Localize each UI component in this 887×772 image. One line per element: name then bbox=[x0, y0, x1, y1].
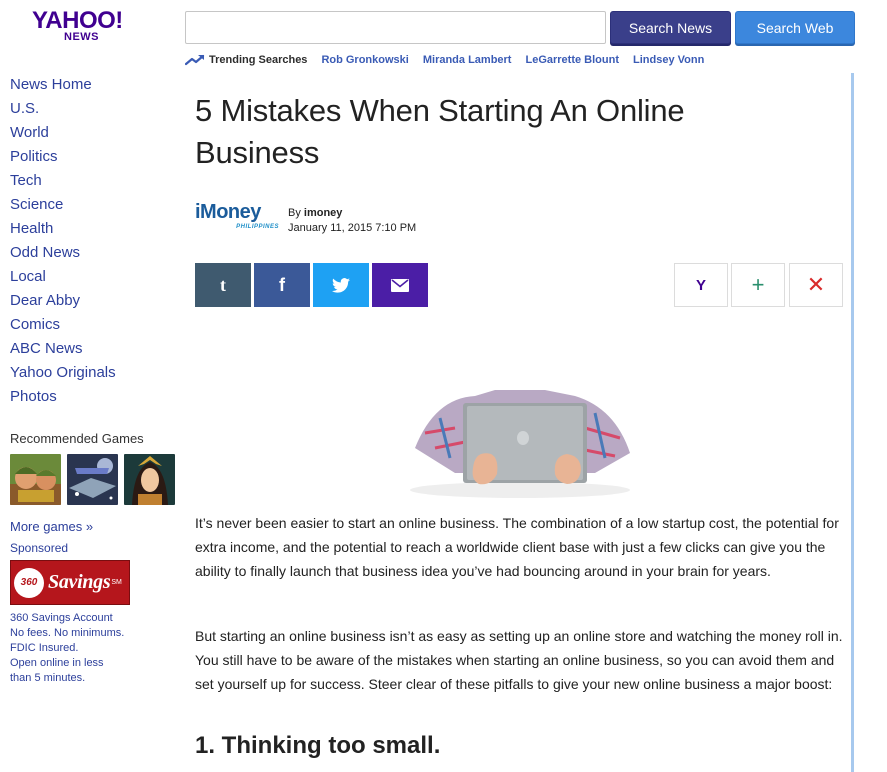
left-nav: News Home U.S. World Politics Tech Scien… bbox=[10, 73, 170, 409]
nav-item-yahoo-originals[interactable]: Yahoo Originals bbox=[10, 361, 170, 385]
publisher-logo-sub: PHILIPPINES bbox=[236, 224, 279, 230]
publisher-logo[interactable]: iMoney PHILIPPINES bbox=[195, 201, 283, 235]
mail-envelope-icon bbox=[391, 278, 409, 292]
plus-icon: + bbox=[751, 272, 765, 297]
trending-arrow-icon bbox=[185, 54, 205, 66]
nav-item-local[interactable]: Local bbox=[10, 265, 170, 289]
yahoo-news-logo[interactable]: YAHOO! NEWS bbox=[32, 9, 128, 45]
publisher-logo-wordmark: iMoney bbox=[195, 201, 261, 223]
recommended-games-title: Recommended Games bbox=[10, 431, 144, 446]
right-divider bbox=[851, 73, 854, 772]
more-games-link[interactable]: More games » bbox=[10, 519, 93, 534]
nav-item-photos[interactable]: Photos bbox=[10, 385, 170, 409]
close-icon: ✕ bbox=[806, 272, 826, 297]
sponsored-label: Sponsored bbox=[10, 541, 69, 555]
ad-line: Open online in less bbox=[10, 657, 104, 669]
trending-link[interactable]: Lindsey Vonn bbox=[633, 54, 704, 66]
games-row bbox=[10, 454, 175, 505]
trending-label: Trending Searches bbox=[209, 54, 308, 66]
ad-line: than 5 minutes. bbox=[10, 672, 86, 684]
ad-line: No fees. No minimums. bbox=[10, 627, 125, 639]
publish-date: January 11, 2015 7:10 PM bbox=[288, 222, 417, 234]
article-paragraph: It’s never been easier to start an onlin… bbox=[195, 515, 839, 579]
article-subhead: 1. Thinking too small. bbox=[195, 732, 441, 759]
nav-item-us[interactable]: U.S. bbox=[10, 97, 170, 121]
logo-sub: NEWS bbox=[64, 31, 99, 43]
byline: By imoney January 11, 2015 7:10 PM bbox=[288, 206, 416, 236]
nav-item-abc-news[interactable]: ABC News bbox=[10, 337, 170, 361]
ad-savings-word: Savings bbox=[48, 571, 111, 593]
twitter-share-button[interactable] bbox=[313, 263, 369, 307]
tumblr-share-button[interactable]: t bbox=[195, 263, 251, 307]
article-paragraph: But starting an online business isn’t as… bbox=[195, 628, 843, 692]
ad-copy[interactable]: 360 Savings Account No fees. No minimums… bbox=[10, 611, 150, 686]
facebook-icon: f bbox=[279, 274, 285, 295]
nav-item-science[interactable]: Science bbox=[10, 193, 170, 217]
nav-item-politics[interactable]: Politics bbox=[10, 145, 170, 169]
ad-line: 360 Savings Account bbox=[10, 612, 113, 624]
nav-item-odd-news[interactable]: Odd News bbox=[10, 241, 170, 265]
ad-360-badge: 360 bbox=[14, 567, 44, 598]
nav-item-health[interactable]: Health bbox=[10, 217, 170, 241]
ad-banner-360-savings[interactable]: 360 Savings SM bbox=[10, 560, 130, 605]
search-news-button[interactable]: Search News bbox=[610, 11, 731, 44]
facebook-share-button[interactable]: f bbox=[254, 263, 310, 307]
soldier-game-thumb[interactable] bbox=[10, 454, 61, 505]
search-web-button[interactable]: Search Web bbox=[735, 11, 855, 44]
nav-item-comics[interactable]: Comics bbox=[10, 313, 170, 337]
trending-link[interactable]: Miranda Lambert bbox=[423, 54, 512, 66]
yahoo-y-icon: Y bbox=[695, 276, 706, 294]
nav-item-dear-abby[interactable]: Dear Abby bbox=[10, 289, 170, 313]
astro-game-thumb[interactable] bbox=[67, 454, 118, 505]
trending-link[interactable]: LeGarrette Blount bbox=[525, 54, 619, 66]
nav-item-news-home[interactable]: News Home bbox=[10, 73, 170, 97]
article-title: 5 Mistakes When Starting An Online Busin… bbox=[195, 93, 685, 170]
byline-prefix: By bbox=[288, 207, 301, 219]
trending-link[interactable]: Rob Gronkowski bbox=[321, 54, 408, 66]
nav-item-tech[interactable]: Tech bbox=[10, 169, 170, 193]
ad-sm-mark: SM bbox=[111, 579, 122, 586]
fantasy-game-thumb[interactable] bbox=[124, 454, 175, 505]
nav-item-world[interactable]: World bbox=[10, 121, 170, 145]
yahoo-action-button[interactable]: Y bbox=[674, 263, 728, 307]
twitter-bird-icon bbox=[332, 277, 350, 293]
logo-wordmark: YAHOO! bbox=[32, 7, 123, 34]
mail-share-button[interactable] bbox=[372, 263, 428, 307]
search-input[interactable] bbox=[185, 11, 606, 44]
tumblr-icon: t bbox=[220, 274, 226, 295]
author-name[interactable]: imoney bbox=[304, 207, 343, 219]
trending-bar: Trending Searches Rob Gronkowski Miranda… bbox=[185, 52, 718, 68]
add-button[interactable]: + bbox=[731, 263, 785, 307]
ad-line: FDIC Insured. bbox=[10, 642, 79, 654]
dismiss-button[interactable]: ✕ bbox=[789, 263, 843, 307]
article-hero-image bbox=[410, 390, 630, 498]
